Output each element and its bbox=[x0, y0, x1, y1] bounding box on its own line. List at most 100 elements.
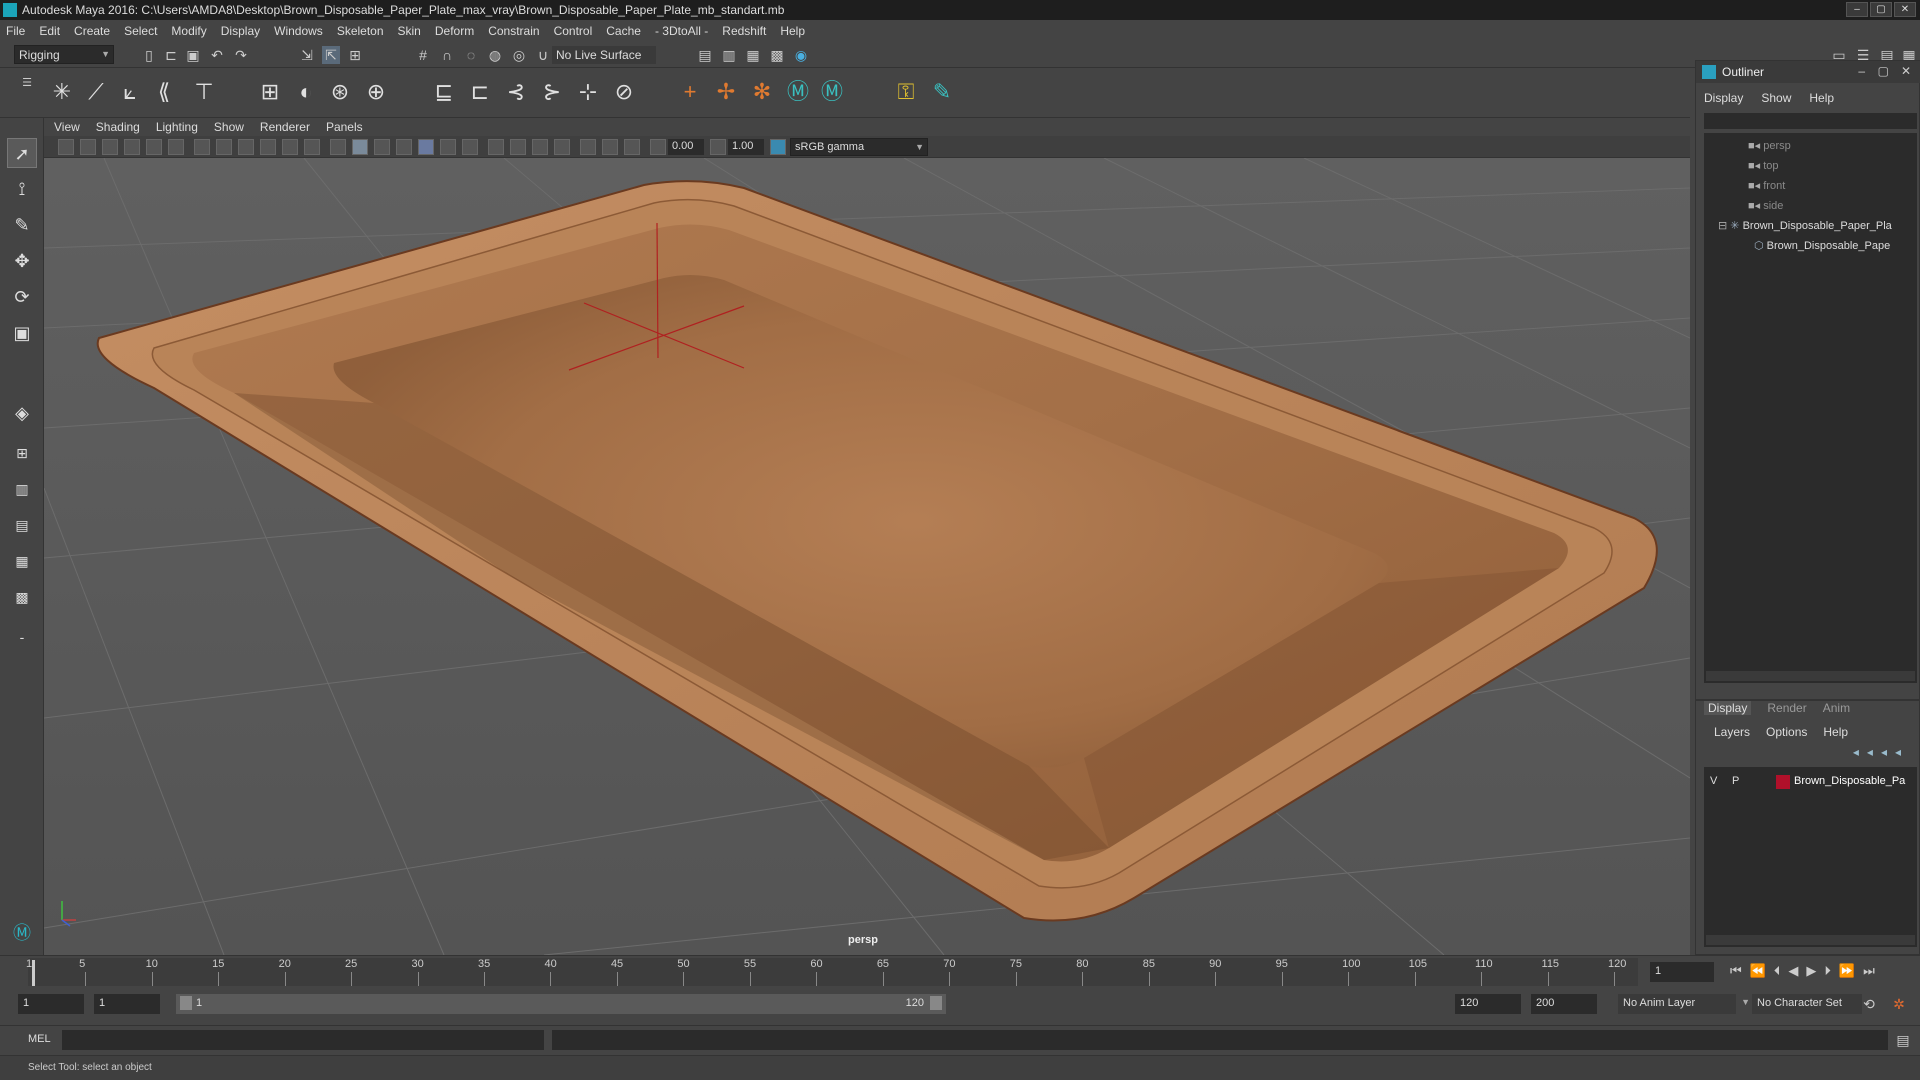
step-forward-key-icon[interactable]: ⏩ bbox=[1839, 963, 1855, 979]
maximize-button[interactable]: ▢ bbox=[1870, 2, 1892, 17]
layer-menu-layers[interactable]: Layers bbox=[1714, 725, 1750, 739]
render-settings-icon[interactable]: ▩ bbox=[768, 46, 786, 64]
time-ruler[interactable]: 1 5 10 15 20 25 30 35 40 45 50 55 60 65 70 75 80 85 90 95 10… bbox=[26, 958, 1638, 986]
layer-row[interactable]: V P Brown_Disposable_Pa bbox=[1704, 773, 1917, 791]
lasso-tool-icon[interactable]: ⟟ bbox=[7, 174, 37, 204]
play-backward-icon[interactable]: ◀ bbox=[1788, 963, 1798, 979]
snap-view-icon[interactable]: ◍ bbox=[486, 46, 504, 64]
detach-skin-icon[interactable]: ⊏ bbox=[466, 78, 494, 106]
field-chart-icon[interactable] bbox=[282, 139, 298, 155]
influence-icon[interactable]: ⊹ bbox=[574, 78, 602, 106]
current-time-indicator[interactable] bbox=[32, 960, 35, 986]
shadows-icon[interactable] bbox=[440, 139, 456, 155]
step-forward-frame-icon[interactable]: ⏵ bbox=[1824, 963, 1831, 979]
gamma-icon[interactable] bbox=[710, 139, 726, 155]
menu-windows[interactable]: Windows bbox=[274, 24, 323, 38]
xray-joints-icon[interactable] bbox=[602, 139, 618, 155]
wireframe-icon[interactable] bbox=[330, 139, 346, 155]
outliner-filter-field[interactable] bbox=[1704, 113, 1917, 129]
backface-cull-icon[interactable] bbox=[624, 139, 640, 155]
play-forward-icon[interactable]: ▶ bbox=[1806, 963, 1816, 979]
list-item[interactable]: ⊟ ✳ Brown_Disposable_Paper_Pla bbox=[1718, 219, 1892, 239]
list-item[interactable]: ■◂ side bbox=[1748, 199, 1783, 219]
snap-curve-icon[interactable]: ∩ bbox=[438, 46, 456, 64]
outliner-menu-show[interactable]: Show bbox=[1761, 91, 1791, 105]
snap-surface-icon[interactable]: ◎ bbox=[510, 46, 528, 64]
film-gate-icon[interactable] bbox=[216, 139, 232, 155]
select-hierarchy-icon[interactable]: ⇲ bbox=[298, 46, 316, 64]
layer-visibility-toggle[interactable]: V bbox=[1710, 775, 1717, 787]
blend-shape-icon[interactable]: ✎ bbox=[928, 78, 956, 106]
ambient-occlusion-icon[interactable] bbox=[462, 139, 478, 155]
grid-toggle-icon[interactable] bbox=[194, 139, 210, 155]
camera-select-icon[interactable] bbox=[58, 139, 74, 155]
menu-control[interactable]: Control bbox=[554, 24, 593, 38]
joint-tool-icon[interactable]: ✳ bbox=[48, 78, 76, 106]
image-plane-icon[interactable] bbox=[124, 139, 140, 155]
wrap-icon[interactable]: ⊛ bbox=[326, 78, 354, 106]
outliner-menu-help[interactable]: Help bbox=[1809, 91, 1834, 105]
new-scene-icon[interactable]: ▯ bbox=[140, 46, 158, 64]
persp-graph-layout-icon[interactable]: ▦ bbox=[7, 546, 37, 576]
menu-deform[interactable]: Deform bbox=[435, 24, 474, 38]
undo-icon[interactable]: ↶ bbox=[208, 46, 226, 64]
isolate-select-icon[interactable] bbox=[554, 139, 570, 155]
move-tool-icon[interactable]: ✥ bbox=[7, 246, 37, 276]
command-language-label[interactable]: MEL bbox=[28, 1033, 51, 1045]
single-layout-icon[interactable]: ◈ bbox=[7, 398, 37, 428]
anti-alias-icon[interactable] bbox=[510, 139, 526, 155]
layer-color-swatch[interactable] bbox=[1776, 775, 1790, 789]
playback-start-field[interactable]: 1 bbox=[94, 994, 160, 1014]
script-editor-icon[interactable]: ▤ bbox=[1894, 1031, 1912, 1049]
layer-hscrollbar[interactable] bbox=[1706, 935, 1915, 945]
menu-constrain[interactable]: Constrain bbox=[488, 24, 539, 38]
redo-icon[interactable]: ↷ bbox=[232, 46, 250, 64]
go-to-start-icon[interactable]: ⏮ bbox=[1730, 963, 1742, 979]
minimize-button[interactable]: – bbox=[1846, 2, 1868, 17]
color-management-icon[interactable] bbox=[770, 139, 786, 155]
snap-point-icon[interactable]: ◌ bbox=[462, 46, 480, 64]
colorspace-dropdown[interactable]: sRGB gamma ▼ bbox=[790, 138, 928, 156]
command-input[interactable] bbox=[62, 1030, 544, 1050]
two-d-pan-icon[interactable] bbox=[146, 139, 162, 155]
step-back-key-icon[interactable]: ⏪ bbox=[1750, 963, 1766, 979]
menu-edit[interactable]: Edit bbox=[39, 24, 60, 38]
select-object-icon[interactable]: ⇱ bbox=[322, 46, 340, 64]
render-view-icon[interactable]: ▤ bbox=[696, 46, 714, 64]
collapse-icon[interactable]: ⊟ bbox=[1718, 220, 1730, 232]
mode-selector[interactable]: Rigging ▼ bbox=[14, 45, 114, 64]
exposure-icon[interactable] bbox=[650, 139, 666, 155]
panel-menu-lighting[interactable]: Lighting bbox=[156, 120, 198, 134]
rotate-tool-icon[interactable]: ⟳ bbox=[7, 282, 37, 312]
panel-menu-renderer[interactable]: Renderer bbox=[260, 120, 310, 134]
auto-key-icon[interactable]: ⟲ bbox=[1860, 995, 1878, 1013]
current-frame-field[interactable]: 1 bbox=[1650, 962, 1714, 982]
smooth-shade-icon[interactable] bbox=[352, 139, 368, 155]
open-scene-icon[interactable]: ⊏ bbox=[162, 46, 180, 64]
panel-menu-view[interactable]: View bbox=[54, 120, 80, 134]
ik-handle-icon[interactable]: ⟋ bbox=[82, 78, 110, 106]
outliner-menu-display[interactable]: Display bbox=[1704, 91, 1743, 105]
textured-icon[interactable] bbox=[396, 139, 412, 155]
point-constraint-icon[interactable]: + bbox=[676, 78, 704, 106]
shelf-tabs-icon[interactable]: ☰ bbox=[18, 74, 36, 92]
menu-redshift[interactable]: Redshift bbox=[722, 24, 766, 38]
smooth-skin-icon[interactable]: ⊱ bbox=[538, 78, 566, 106]
magnet-icon[interactable]: ∪ bbox=[534, 46, 552, 64]
motion-blur-icon[interactable] bbox=[488, 139, 504, 155]
bind-skin-icon[interactable]: ⊑ bbox=[430, 78, 458, 106]
layer-playback-toggle[interactable]: P bbox=[1732, 775, 1739, 787]
step-back-frame-icon[interactable]: ⏴ bbox=[1774, 963, 1781, 979]
range-end-handle[interactable] bbox=[930, 996, 942, 1010]
range-start-handle[interactable] bbox=[180, 996, 192, 1010]
paint-select-icon[interactable]: ✎ bbox=[7, 210, 37, 240]
list-item[interactable]: ■◂ top bbox=[1748, 159, 1779, 179]
wire-icon[interactable]: ⊕ bbox=[362, 78, 390, 106]
cluster-icon[interactable]: ⊞ bbox=[256, 78, 284, 106]
go-to-end-icon[interactable]: ⏭ bbox=[1863, 963, 1875, 979]
orient-joint-icon[interactable]: ⊤ bbox=[190, 78, 218, 106]
anim-layer-dropdown[interactable]: No Anim Layer ▼ bbox=[1618, 994, 1750, 1014]
list-item[interactable]: ■◂ front bbox=[1748, 179, 1785, 199]
menu-create[interactable]: Create bbox=[74, 24, 110, 38]
paint-weights-icon[interactable]: ⊰ bbox=[502, 78, 530, 106]
